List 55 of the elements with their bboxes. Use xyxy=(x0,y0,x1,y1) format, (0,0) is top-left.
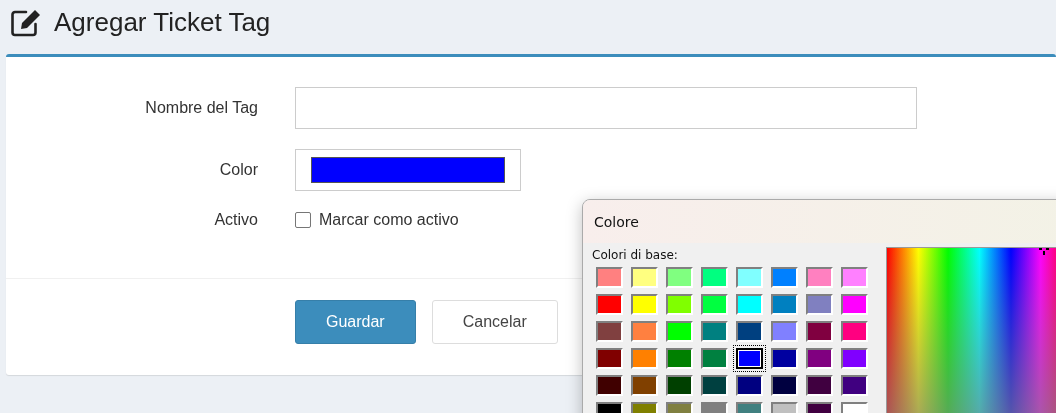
color-swatch[interactable] xyxy=(806,294,833,315)
color-swatch[interactable] xyxy=(666,294,693,315)
save-button[interactable]: Guardar xyxy=(295,300,416,344)
color-swatch[interactable] xyxy=(771,294,798,315)
color-swatch[interactable] xyxy=(736,294,763,315)
color-swatch[interactable] xyxy=(771,348,798,369)
color-swatch[interactable] xyxy=(631,294,658,315)
color-swatch[interactable] xyxy=(736,375,763,396)
color-swatch[interactable] xyxy=(736,267,763,288)
color-swatch[interactable] xyxy=(596,348,623,369)
color-swatch[interactable] xyxy=(666,348,693,369)
color-swatch[interactable] xyxy=(596,375,623,396)
checkbox[interactable] xyxy=(295,212,311,228)
color-swatch[interactable] xyxy=(701,348,728,369)
color-swatch[interactable] xyxy=(666,375,693,396)
color-spectrum[interactable] xyxy=(886,247,1056,413)
color-swatch[interactable] xyxy=(596,267,623,288)
field-label: Nombre del Tag xyxy=(145,99,258,117)
color-swatch[interactable] xyxy=(631,375,658,396)
page-title: Agregar Ticket Tag xyxy=(54,7,271,38)
color-swatch[interactable] xyxy=(631,321,658,342)
color-swatch[interactable] xyxy=(841,321,868,342)
color-field[interactable] xyxy=(295,149,521,191)
field-label: Color xyxy=(219,161,258,179)
color-swatch[interactable] xyxy=(771,375,798,396)
color-swatch[interactable] xyxy=(701,267,728,288)
color-swatch[interactable] xyxy=(806,375,833,396)
color-swatch[interactable] xyxy=(701,294,728,315)
color-swatch[interactable] xyxy=(596,321,623,342)
edit-icon xyxy=(10,7,42,38)
color-swatch[interactable] xyxy=(841,294,868,315)
crosshair-icon xyxy=(1039,248,1049,258)
color-swatch[interactable] xyxy=(701,375,728,396)
checkbox-label: Marcar como activo xyxy=(319,211,459,229)
color-swatch[interactable] xyxy=(736,348,763,369)
color-swatch[interactable] xyxy=(666,321,693,342)
dialog-title: Colore xyxy=(583,200,1056,243)
color-swatch[interactable] xyxy=(841,375,868,396)
color-swatch[interactable] xyxy=(806,321,833,342)
field-label: Activo xyxy=(214,211,258,229)
color-swatch[interactable] xyxy=(631,267,658,288)
cancel-button[interactable]: Cancelar xyxy=(431,300,558,344)
color-swatch[interactable] xyxy=(736,321,763,342)
input-field[interactable] xyxy=(295,87,917,129)
color-swatch[interactable] xyxy=(771,267,798,288)
section-label: Colori di base: xyxy=(592,248,679,262)
color-swatch[interactable] xyxy=(701,321,728,342)
color-swatch[interactable] xyxy=(841,348,868,369)
color-swatch[interactable] xyxy=(596,294,623,315)
color-swatch[interactable] xyxy=(631,348,658,369)
color-swatch[interactable] xyxy=(666,267,693,288)
color-swatch[interactable] xyxy=(806,267,833,288)
color-swatch[interactable] xyxy=(771,321,798,342)
color-swatch[interactable] xyxy=(806,348,833,369)
color-swatch[interactable] xyxy=(841,267,868,288)
